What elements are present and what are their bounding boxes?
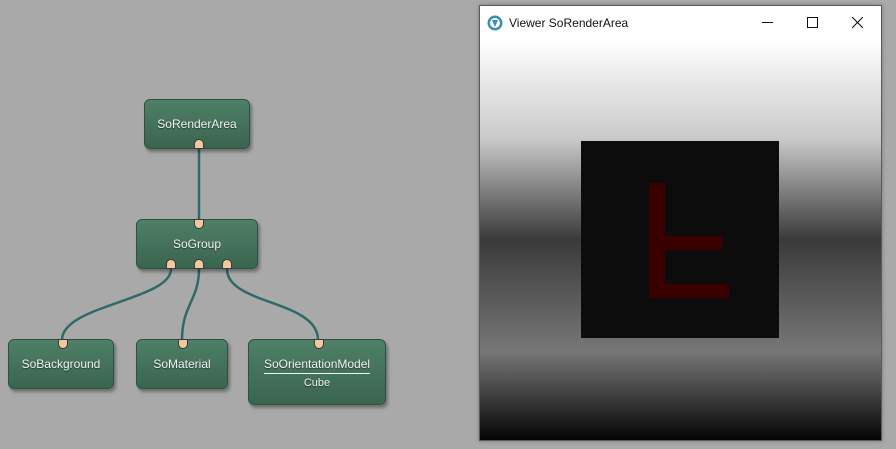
minimize-button[interactable] — [744, 6, 790, 39]
title-bar[interactable]: Viewer SoRenderArea — [480, 6, 881, 39]
output-port[interactable] — [194, 139, 204, 149]
node-label: SoMaterial — [153, 357, 211, 371]
app-logo-icon — [487, 15, 503, 31]
render-area-viewport[interactable] — [480, 39, 881, 440]
node-so-material[interactable]: SoMaterial — [136, 339, 228, 389]
minimize-icon — [762, 22, 773, 23]
scene-graph-editor: SoRenderArea SoGroup SoBackground SoMate… — [0, 0, 470, 449]
node-so-render-area[interactable]: SoRenderArea — [144, 99, 250, 149]
connection-group-orientation — [225, 268, 320, 341]
node-so-orientation-model[interactable]: SoOrientationModel Cube — [248, 339, 386, 405]
window-title: Viewer SoRenderArea — [509, 16, 629, 30]
maximize-button[interactable] — [789, 6, 835, 39]
node-label: SoGroup — [172, 237, 222, 251]
close-icon — [852, 17, 863, 28]
output-port[interactable] — [194, 259, 204, 269]
input-port[interactable] — [178, 339, 188, 349]
input-port[interactable] — [314, 339, 324, 349]
cube-face-letter — [649, 183, 729, 298]
node-label: SoRenderArea — [157, 117, 237, 131]
cube-model — [581, 141, 779, 338]
maximize-icon — [807, 17, 818, 28]
node-label: SoBackground — [21, 357, 101, 371]
close-button[interactable] — [834, 6, 880, 39]
node-so-background[interactable]: SoBackground — [8, 339, 114, 389]
connection-group-background — [60, 268, 173, 341]
node-label: SoOrientationModel — [264, 357, 370, 374]
connection-group-material — [180, 268, 201, 341]
output-port[interactable] — [222, 259, 232, 269]
node-so-group[interactable]: SoGroup — [136, 219, 258, 269]
node-sublabel: Cube — [303, 377, 331, 389]
input-port[interactable] — [58, 339, 68, 349]
viewer-window: Viewer SoRenderArea — [479, 5, 882, 441]
input-port[interactable] — [194, 219, 204, 229]
output-port[interactable] — [166, 259, 176, 269]
